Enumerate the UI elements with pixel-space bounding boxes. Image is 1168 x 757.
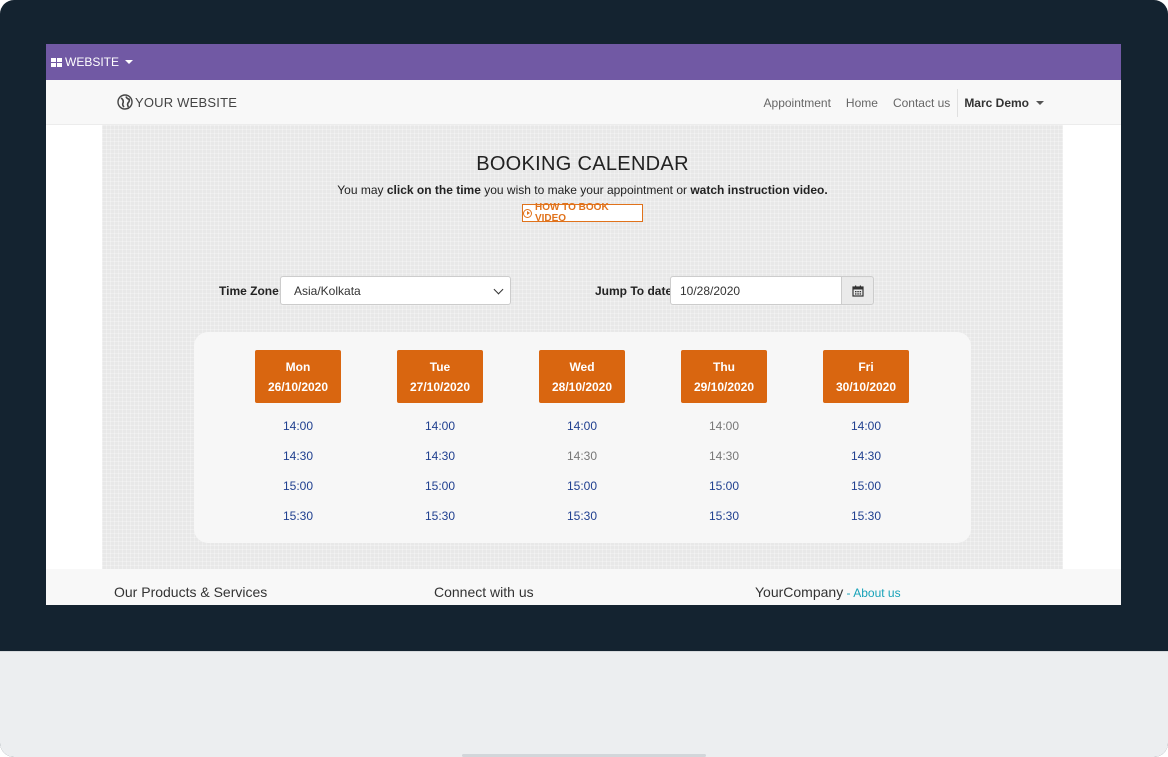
timezone-label: Time Zone: [219, 284, 283, 298]
day-column-fri: Fri 30/10/2020 14:00 14:30 15:00 15:30 [823, 350, 909, 531]
time-slot-list: 14:00 14:30 15:00 15:30 [397, 411, 483, 531]
time-slot-available[interactable]: 15:30 [255, 501, 341, 531]
time-slot-booked: 14:00 [708, 419, 740, 433]
user-name: Marc Demo [964, 95, 1029, 110]
booking-panel: BOOKING CALENDAR You may click on the ti… [102, 125, 1063, 569]
time-slot-available[interactable]: 15:30 [681, 501, 767, 531]
brand-logo[interactable]: YOUR WEBSITE [117, 94, 237, 110]
instructions-bold-video: watch instruction video. [690, 183, 828, 197]
time-slot-available[interactable]: 14:00 [539, 411, 625, 441]
nav-divider [957, 88, 959, 117]
time-slot-list: 14:00 14:30 15:00 15:30 [823, 411, 909, 531]
browser-screen: WEBSITE YOUR WEBSITE Appointment Home Co… [46, 44, 1121, 605]
nav-link-home[interactable]: Home [846, 96, 878, 110]
time-slot-available[interactable]: 14:30 [823, 441, 909, 471]
user-menu[interactable]: Marc Demo [964, 96, 1044, 110]
day-name: Fri [858, 359, 874, 374]
day-header: Wed 28/10/2020 [539, 350, 625, 403]
day-column-mon: Mon 26/10/2020 14:00 14:30 15:00 15:30 [255, 350, 341, 531]
day-column-tue: Tue 27/10/2020 14:00 14:30 15:00 15:30 [397, 350, 483, 531]
time-slot-available[interactable]: 15:00 [397, 471, 483, 501]
time-slot-available[interactable]: 14:00 [823, 411, 909, 441]
nav-link-contact[interactable]: Contact us [893, 96, 950, 110]
time-slot-available[interactable]: 14:00 [397, 411, 483, 441]
day-name: Thu [713, 359, 735, 374]
video-button-label: HOW TO BOOK VIDEO [534, 202, 609, 224]
timezone-select[interactable]: Asia/Kolkata [280, 276, 511, 305]
day-header: Tue 27/10/2020 [397, 350, 483, 403]
time-slot-available[interactable]: 15:30 [539, 501, 625, 531]
website-menu[interactable]: WEBSITE [51, 55, 134, 69]
day-date: 27/10/2020 [409, 379, 471, 394]
chevron-down-icon [493, 284, 504, 295]
time-slot-available[interactable]: 14:30 [397, 441, 483, 471]
globe-icon [117, 94, 133, 110]
page-title: BOOKING CALENDAR [476, 153, 689, 175]
apps-grid-icon [51, 57, 62, 67]
jump-to-date-input[interactable]: 10/28/2020 [670, 276, 842, 305]
day-date: 29/10/2020 [693, 379, 755, 394]
time-slot-available[interactable]: 15:30 [397, 501, 483, 531]
time-slot-list: 14:00 14:30 15:00 15:30 [681, 411, 767, 531]
about-us-link[interactable]: About us [853, 586, 900, 600]
navbar: YOUR WEBSITE Appointment Home Contact us… [46, 80, 1121, 125]
instructions-pre: You may [337, 183, 387, 197]
date-value: 10/28/2020 [680, 283, 741, 298]
day-column-wed: Wed 28/10/2020 14:00 14:30 15:00 15:30 [539, 350, 625, 531]
calendar-card: Mon 26/10/2020 14:00 14:30 15:00 15:30 Tue 27/1… [194, 332, 971, 543]
day-header: Thu 29/10/2020 [681, 350, 767, 403]
jump-to-date-label: Jump To date: [595, 284, 677, 298]
day-header: Fri 30/10/2020 [823, 350, 909, 403]
day-name: Wed [569, 359, 595, 374]
footer: Our Products & Services Connect with us … [46, 569, 1121, 605]
time-slot-available[interactable]: 15:00 [681, 471, 767, 501]
time-slot-list: 14:00 14:30 15:00 15:30 [539, 411, 625, 531]
day-column-thu: Thu 29/10/2020 14:00 14:30 15:00 15:30 [681, 350, 767, 531]
play-circle-icon [523, 208, 532, 218]
how-to-book-video-button[interactable]: HOW TO BOOK VIDEO [522, 202, 643, 224]
footer-separator: - [843, 586, 854, 600]
website-menu-label: WEBSITE [65, 55, 120, 69]
calendar-picker-button[interactable] [841, 276, 874, 305]
footer-connect-heading: Connect with us [434, 584, 534, 600]
day-date: 30/10/2020 [835, 379, 897, 394]
caret-down-icon [1036, 100, 1044, 105]
time-slot-available[interactable]: 15:00 [255, 471, 341, 501]
device-frame: WEBSITE YOUR WEBSITE Appointment Home Co… [0, 0, 1168, 757]
instructions-text: You may click on the time you wish to ma… [102, 183, 1063, 197]
nav-link-appointment[interactable]: Appointment [764, 96, 831, 110]
time-slot-available[interactable]: 15:00 [539, 471, 625, 501]
instructions-bold-click: click on the time [386, 183, 481, 197]
calendar-icon [851, 285, 864, 297]
time-slot-available[interactable]: 15:30 [823, 501, 909, 531]
day-header: Mon 26/10/2020 [255, 350, 341, 403]
timezone-value: Asia/Kolkata [294, 283, 361, 298]
time-slot-booked: 14:30 [708, 449, 740, 463]
footer-products-heading: Our Products & Services [114, 584, 268, 600]
company-name: YourCompany [755, 584, 844, 600]
time-slot-available[interactable]: 14:30 [255, 441, 341, 471]
day-name: Tue [429, 359, 451, 374]
day-name: Mon [285, 359, 311, 374]
footer-company-heading: YourCompany - About us [755, 584, 901, 600]
admin-bar: WEBSITE [46, 44, 1121, 80]
brand-name: YOUR WEBSITE [135, 94, 238, 110]
time-slot-available[interactable]: 14:00 [255, 411, 341, 441]
day-date: 26/10/2020 [267, 379, 329, 394]
time-slot-list: 14:00 14:30 15:00 15:30 [255, 411, 341, 531]
nav-links: Appointment Home Contact us Marc Demo [764, 80, 1121, 125]
time-slot-available[interactable]: 15:00 [823, 471, 909, 501]
day-date: 28/10/2020 [551, 379, 613, 394]
device-chin [0, 651, 1168, 757]
time-slot-booked: 14:30 [566, 449, 598, 463]
instructions-mid: you wish to make your appointment or [480, 183, 691, 197]
caret-down-icon [125, 60, 134, 64]
